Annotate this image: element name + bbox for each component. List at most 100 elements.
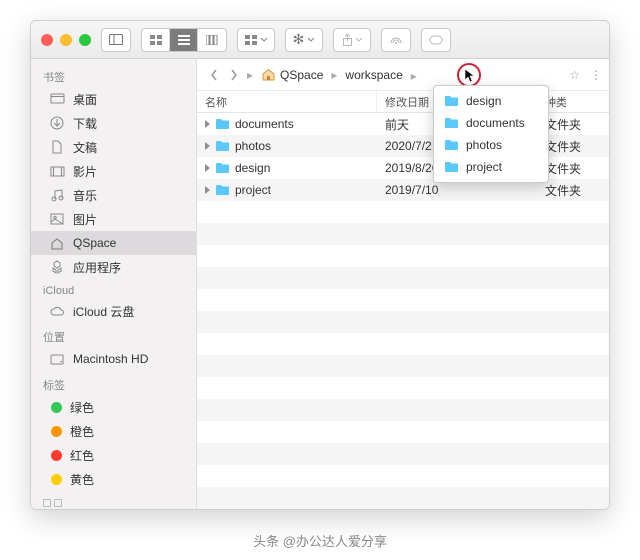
sidebar-label: 文稿 <box>73 139 97 156</box>
sidebar-label: 下载 <box>73 115 97 132</box>
crumb-label: workspace <box>345 68 402 82</box>
music-icon <box>49 187 65 203</box>
chevron-down-icon[interactable]: ▸ <box>409 69 419 83</box>
disclosure-icon[interactable] <box>205 142 210 150</box>
share-button[interactable] <box>333 28 371 52</box>
empty-row <box>197 377 609 399</box>
document-icon <box>49 139 65 155</box>
empty-row <box>197 333 609 355</box>
menu-item[interactable]: photos <box>434 134 548 156</box>
section-bookmarks: 书签 <box>31 63 196 87</box>
zoom-dot[interactable] <box>79 34 91 46</box>
section-tags: 标签 <box>31 371 196 395</box>
file-date: 前天 <box>385 116 409 133</box>
file-kind: 文件夹 <box>545 160 581 177</box>
sidebar-tag[interactable]: 绿色 <box>31 395 196 419</box>
sidebar-tag[interactable]: 黄色 <box>31 467 196 491</box>
app-icon <box>49 259 65 275</box>
section-icloud: iCloud <box>31 279 196 299</box>
favorite-star[interactable]: ☆ <box>569 68 580 82</box>
sidebar: 书签 桌面 下载 文稿 影片 音乐 图片 QSpace 应用程序 iCloud … <box>31 59 197 509</box>
empty-row <box>197 399 609 421</box>
col-name[interactable]: 名称 <box>197 91 377 112</box>
tags-grid-icon[interactable] <box>43 499 184 509</box>
sidebar-tag[interactable]: 橙色 <box>31 419 196 443</box>
file-kind: 文件夹 <box>545 116 581 133</box>
disclosure-icon[interactable] <box>205 186 210 194</box>
arrange-button[interactable] <box>237 28 275 52</box>
back-button[interactable] <box>205 64 223 86</box>
sidebar-item-qspace[interactable]: QSpace <box>31 231 196 255</box>
dropdown-menu: design documents photos project <box>433 85 549 183</box>
sidebar-label: 桌面 <box>73 91 97 108</box>
crumb-label: QSpace <box>280 68 323 82</box>
tag-dot <box>51 402 62 413</box>
sidebar-item-documents[interactable]: 文稿 <box>31 135 196 159</box>
sidebar-item-desktop[interactable]: 桌面 <box>31 87 196 111</box>
disclosure-icon[interactable] <box>205 120 210 128</box>
cloud-icon <box>49 303 65 319</box>
menu-label: design <box>466 94 501 108</box>
empty-row <box>197 355 609 377</box>
tag-label: 橙色 <box>70 423 94 440</box>
desktop-icon <box>49 91 65 107</box>
crumb-workspace[interactable]: workspace <box>341 68 406 82</box>
sidebar-label: 音乐 <box>73 187 97 204</box>
disk-icon <box>49 351 65 367</box>
action-button[interactable]: ✻ <box>285 28 323 52</box>
empty-row <box>197 311 609 333</box>
empty-row <box>197 267 609 289</box>
view-switcher[interactable] <box>141 28 227 52</box>
tag-label: 黄色 <box>70 471 94 488</box>
crumb-root[interactable]: QSpace <box>257 68 327 82</box>
menu-item[interactable]: documents <box>434 112 548 134</box>
empty-row <box>197 201 609 223</box>
sidebar-label: 影片 <box>73 163 97 180</box>
sidebar-item-movies[interactable]: 影片 <box>31 159 196 183</box>
sidebar-item-applications[interactable]: 应用程序 <box>31 255 196 279</box>
close-dot[interactable] <box>41 34 53 46</box>
tag-label: 红色 <box>70 447 94 464</box>
sidebar-toggle[interactable] <box>101 28 131 52</box>
section-locations: 位置 <box>31 323 196 347</box>
empty-row <box>197 465 609 487</box>
empty-row <box>197 245 609 267</box>
chevron-icon: ▸ <box>329 68 339 82</box>
file-name: design <box>235 161 270 175</box>
tag-dot <box>51 474 62 485</box>
sidebar-tag[interactable]: 红色 <box>31 443 196 467</box>
menu-label: photos <box>466 138 502 152</box>
watermark: 头条 @办公达人爱分享 <box>0 531 640 550</box>
menu-item[interactable]: project <box>434 156 548 178</box>
file-date: 2019/8/26 <box>385 161 438 175</box>
airdrop-button[interactable] <box>381 28 411 52</box>
movie-icon <box>49 163 65 179</box>
sidebar-label: 应用程序 <box>73 259 121 276</box>
file-name: project <box>235 183 271 197</box>
disclosure-icon[interactable] <box>205 164 210 172</box>
traffic-lights <box>41 34 91 46</box>
finder-window: ✻ 书签 桌面 下载 文稿 影片 音乐 图片 QSpace 应用程序 iClou… <box>30 20 610 510</box>
sidebar-label: Macintosh HD <box>73 352 148 366</box>
forward-button[interactable] <box>225 64 243 86</box>
tag-button[interactable] <box>421 28 451 52</box>
sidebar-item-icloud[interactable]: iCloud 云盘 <box>31 299 196 323</box>
file-date: 2020/7/2 <box>385 139 432 153</box>
file-name: documents <box>235 117 294 131</box>
menu-item[interactable]: design <box>434 90 548 112</box>
minimize-dot[interactable] <box>60 34 72 46</box>
empty-row <box>197 421 609 443</box>
more-icon[interactable]: ⋮ <box>590 68 601 82</box>
sidebar-item-pictures[interactable]: 图片 <box>31 207 196 231</box>
empty-row <box>197 289 609 311</box>
file-name: photos <box>235 139 271 153</box>
sidebar-item-downloads[interactable]: 下载 <box>31 111 196 135</box>
home-icon <box>261 68 276 81</box>
file-kind: 文件夹 <box>545 138 581 155</box>
tag-dot <box>51 426 62 437</box>
sidebar-item-music[interactable]: 音乐 <box>31 183 196 207</box>
empty-row <box>197 223 609 245</box>
sidebar-item-macintosh-hd[interactable]: Macintosh HD <box>31 347 196 371</box>
sidebar-label: 图片 <box>73 211 97 228</box>
home-icon <box>49 235 65 251</box>
